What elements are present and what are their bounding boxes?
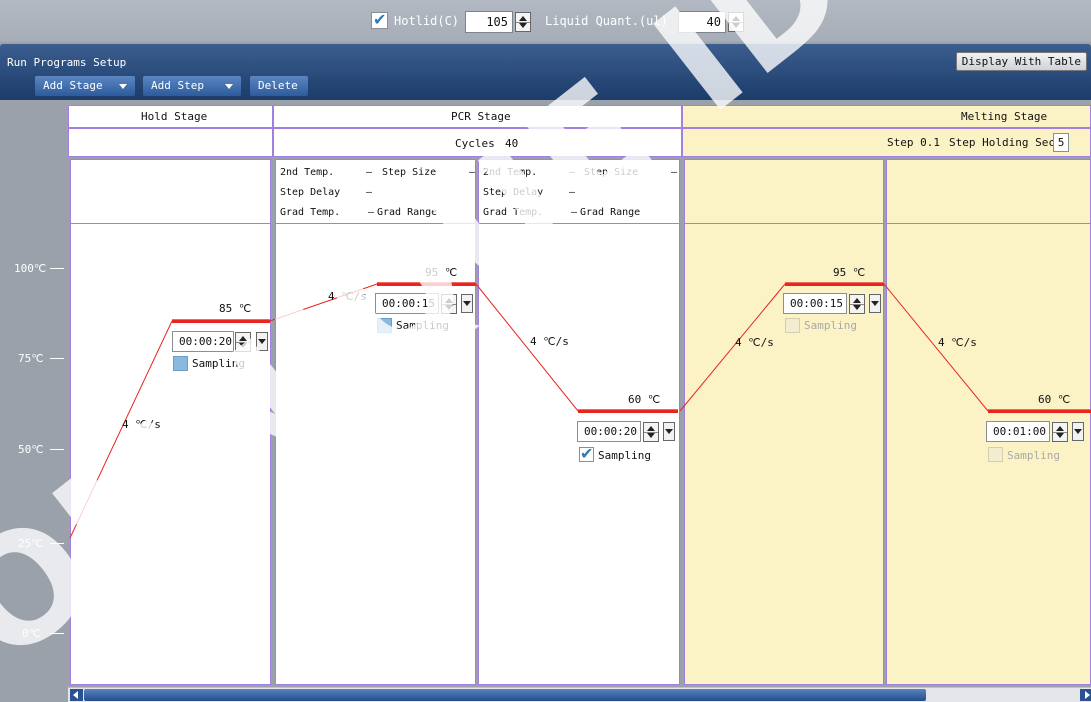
sampling-checkbox[interactable] <box>377 318 392 333</box>
ramp-rate-label[interactable]: 4 ℃/s <box>328 290 367 303</box>
step-time-input[interactable]: 00:00:20 <box>577 421 641 442</box>
melting-high-plateau[interactable] <box>785 282 884 286</box>
chevron-down-icon[interactable] <box>256 332 268 351</box>
sampling-checkbox[interactable] <box>173 356 188 371</box>
step-temp-label[interactable]: 95 ℃ <box>833 266 865 279</box>
sampling-label: Sampling <box>396 319 449 332</box>
sampling-checkbox[interactable]: ✔ <box>579 444 594 463</box>
step-temp-label[interactable]: 60 ℃ <box>1038 393 1070 406</box>
ramp-rate-label[interactable]: 4 ℃/s <box>735 336 774 349</box>
melting-low-plateau[interactable] <box>988 409 1091 413</box>
ramp-rate-label[interactable]: 4 ℃/s <box>530 335 569 348</box>
step-time-spinner[interactable] <box>235 332 251 352</box>
ramp-rate-label[interactable]: 4 ℃/s <box>938 336 977 349</box>
step-time-input[interactable]: 00:00:20 <box>172 331 234 352</box>
hold-plateau[interactable] <box>172 319 270 323</box>
scroll-left-icon[interactable] <box>70 689 83 701</box>
pcr-denature-plateau[interactable] <box>377 282 476 286</box>
sampling-checkbox <box>988 447 1003 462</box>
sampling-label: Sampling <box>1007 449 1060 462</box>
step-time-spinner[interactable] <box>849 294 865 314</box>
step-time-input[interactable]: 00:00:15 <box>375 293 439 314</box>
step-time-spinner[interactable] <box>643 422 659 442</box>
temperature-profile <box>69 283 989 539</box>
step-temp-label[interactable]: 95 ℃ <box>425 266 457 279</box>
sampling-label: Sampling <box>804 319 857 332</box>
step-time-input[interactable]: 00:00:15 <box>783 293 847 314</box>
sampling-label: Sampling <box>192 357 245 370</box>
chevron-down-icon[interactable] <box>1072 422 1084 441</box>
chevron-down-icon[interactable] <box>869 294 881 313</box>
step-time-input[interactable]: 00:01:00 <box>986 421 1050 442</box>
horizontal-scrollbar[interactable] <box>68 687 1091 702</box>
step-time-spinner[interactable] <box>441 294 457 314</box>
chevron-down-icon[interactable] <box>461 294 473 313</box>
step-time-spinner[interactable] <box>1052 422 1068 442</box>
sampling-label: Sampling <box>598 449 651 462</box>
chevron-down-icon[interactable] <box>663 422 675 441</box>
checkmark-icon: ✔ <box>580 444 594 463</box>
step-temp-label[interactable]: 60 ℃ <box>628 393 660 406</box>
scroll-thumb[interactable] <box>84 689 926 701</box>
ramp-rate-label[interactable]: 4 ℃/s <box>122 418 161 431</box>
pcr-anneal-plateau[interactable] <box>578 409 678 413</box>
sampling-checkbox <box>785 318 800 333</box>
scroll-right-icon[interactable] <box>1080 689 1091 701</box>
step-temp-label[interactable]: 85 ℃ <box>219 302 251 315</box>
